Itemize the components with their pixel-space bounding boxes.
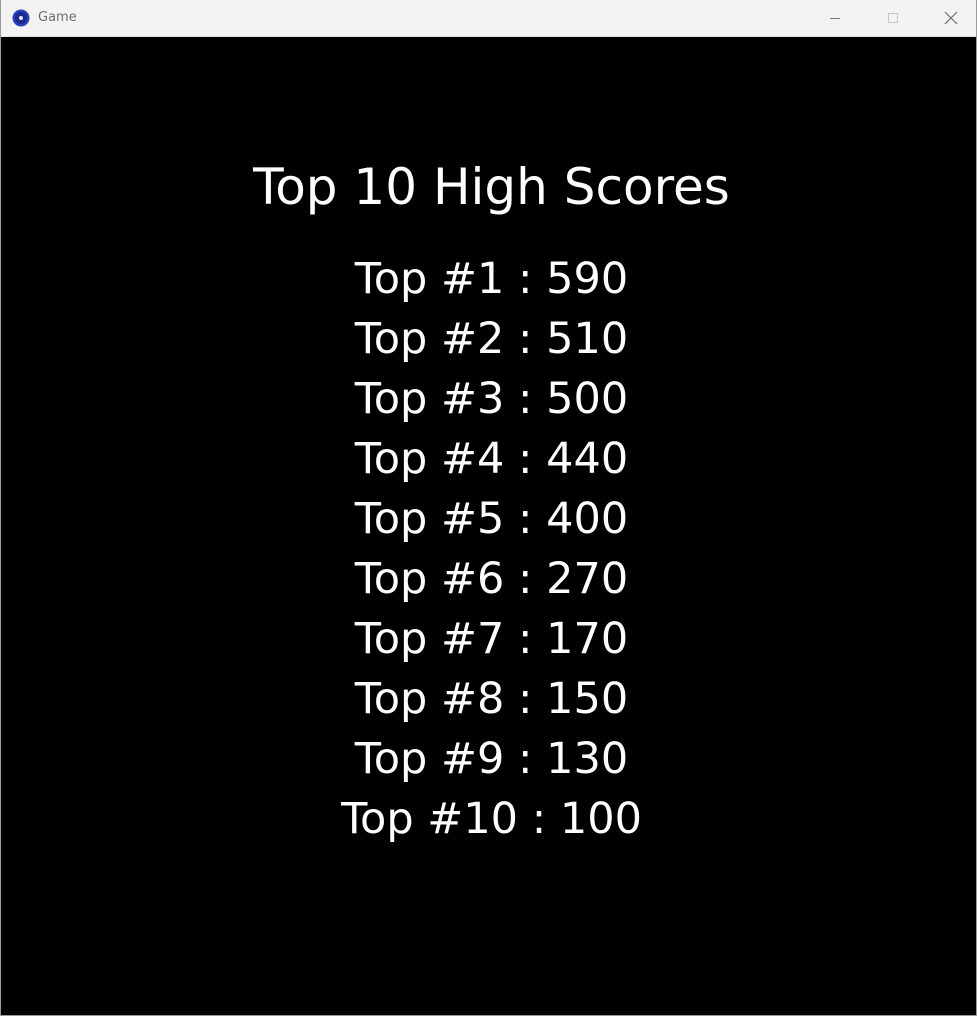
score-entry: Top #1 : 590 (354, 254, 629, 304)
high-scores-heading: Top 10 High Scores (253, 158, 730, 216)
maximize-icon (888, 13, 898, 23)
title-bar[interactable]: Game (1, 0, 976, 37)
maximize-button[interactable] (864, 0, 922, 36)
score-entry: Top #4 : 440 (354, 434, 629, 484)
score-entry: Top #3 : 500 (354, 374, 629, 424)
close-button[interactable] (922, 0, 977, 36)
app-disc-icon (12, 9, 30, 27)
score-entry: Top #8 : 150 (354, 674, 629, 724)
window-title: Game (38, 10, 77, 25)
score-entry: Top #2 : 510 (354, 314, 629, 364)
score-entry: Top #5 : 400 (354, 494, 629, 544)
close-icon (944, 11, 958, 25)
score-entry: Top #10 : 100 (341, 794, 642, 844)
game-window: Game Top 10 High Scores Top #1 : 590 Top… (0, 0, 977, 1016)
high-scores-list: Top #1 : 590 Top #2 : 510 Top #3 : 500 T… (1, 249, 976, 849)
score-entry: Top #7 : 170 (354, 614, 629, 664)
score-entry: Top #9 : 130 (354, 734, 629, 784)
score-entry: Top #6 : 270 (354, 554, 629, 604)
minimize-icon (830, 18, 840, 19)
game-canvas[interactable]: Top 10 High Scores Top #1 : 590 Top #2 :… (1, 37, 976, 1015)
minimize-button[interactable] (806, 0, 864, 36)
